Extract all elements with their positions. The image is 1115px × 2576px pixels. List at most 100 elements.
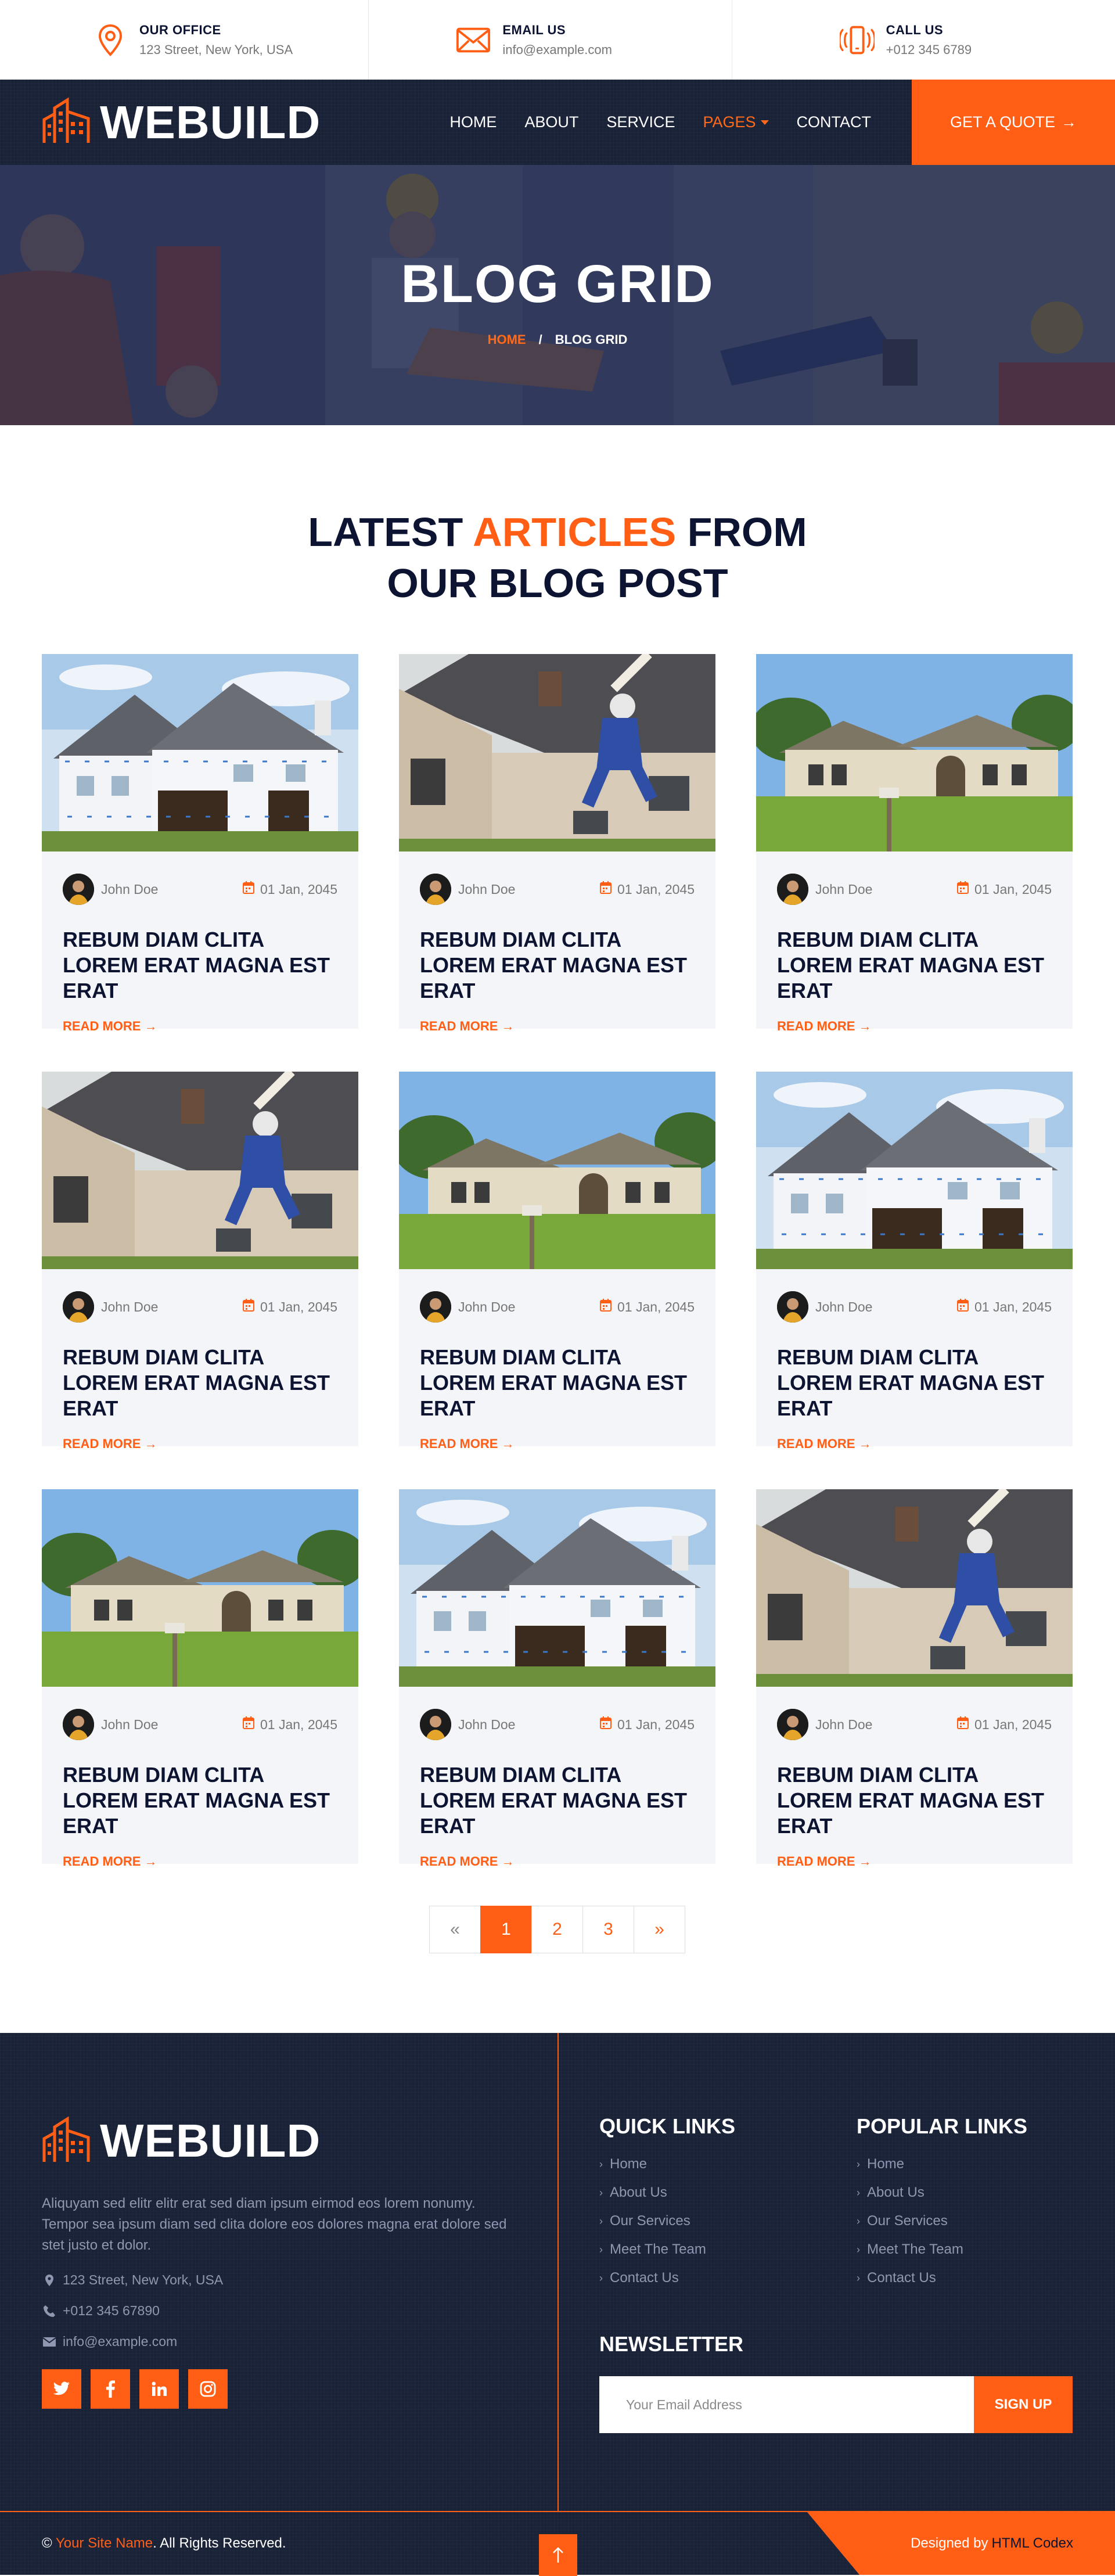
author-name: John Doe: [815, 881, 873, 897]
post-date-text: 01 Jan, 2045: [260, 1299, 337, 1314]
avatar: [420, 874, 451, 905]
popular-link-item[interactable]: › Meet The Team: [857, 2241, 1027, 2258]
read-more-link[interactable]: READ MORE →: [399, 1421, 715, 1452]
popular-link-item[interactable]: › Contact Us: [857, 2270, 1027, 2286]
envelope-icon: [456, 23, 491, 58]
post-date-text: 01 Jan, 2045: [974, 881, 1052, 897]
nav-contact[interactable]: CONTACT: [797, 113, 872, 131]
arrow-right-icon: →: [144, 1436, 157, 1451]
email-value[interactable]: info@example.com: [502, 42, 612, 58]
newsletter-title: NEWSLETTER: [599, 2332, 743, 2356]
phone-ringing-icon: [839, 23, 875, 58]
footer-email-text[interactable]: info@example.com: [63, 2334, 177, 2349]
read-more-link[interactable]: READ MORE →: [756, 1839, 1073, 1869]
read-more-link[interactable]: READ MORE →: [42, 1839, 358, 1869]
nav-about[interactable]: ABOUT: [524, 113, 578, 131]
quick-link-item[interactable]: › Meet The Team: [599, 2241, 735, 2258]
blog-card-title[interactable]: REBUM DIAM CLITA LOREM ERAT MAGNA EST ER…: [42, 1740, 358, 1839]
read-more-link[interactable]: READ MORE →: [756, 1004, 1073, 1034]
read-more-label: READ MORE: [777, 1019, 855, 1033]
instagram-icon[interactable]: [188, 2369, 228, 2409]
footer-phone: +012 345 67890: [42, 2303, 518, 2319]
avatar: [777, 1291, 808, 1323]
page-header: BLOG GRID HOME / BLOG GRID: [0, 165, 1115, 425]
arrow-right-icon: →: [1061, 113, 1077, 131]
author: John Doe: [420, 874, 515, 905]
copyright-text: © Your Site Name. All Rights Reserved.: [42, 2535, 286, 2552]
chevron-right-icon: ›: [857, 2186, 860, 2198]
sign-up-button[interactable]: SIGN UP: [974, 2376, 1073, 2433]
footer-brand-logo[interactable]: WEBUILD: [42, 2114, 518, 2168]
blog-card-meta: John Doe 01 Jan, 2045: [756, 1269, 1073, 1323]
read-more-link[interactable]: READ MORE →: [42, 1004, 358, 1034]
building-icon: [42, 2115, 91, 2167]
pagination-page-3[interactable]: 3: [582, 1906, 634, 1953]
blog-card-image[interactable]: [399, 1072, 715, 1269]
blog-card-image[interactable]: [42, 1489, 358, 1687]
avatar: [63, 874, 94, 905]
nav-pages-label: PAGES: [703, 113, 756, 131]
quick-links: QUICK LINKS › Home › About Us › Our Service…: [599, 2114, 735, 2298]
newsletter-email-input[interactable]: [599, 2376, 974, 2433]
pagination-page-1[interactable]: 1: [480, 1906, 532, 1953]
read-more-link[interactable]: READ MORE →: [399, 1839, 715, 1869]
arrow-right-icon: →: [501, 1436, 515, 1451]
footer-brand-name: WEBUILD: [100, 2115, 321, 2167]
linkedin-icon[interactable]: [139, 2369, 179, 2409]
building-icon: [42, 96, 91, 148]
breadcrumb-home[interactable]: HOME: [488, 332, 526, 347]
chevron-right-icon: ›: [599, 2272, 603, 2284]
pagination-prev[interactable]: «: [429, 1906, 481, 1953]
back-to-top-button[interactable]: [539, 2534, 577, 2576]
read-more-link[interactable]: READ MORE →: [42, 1421, 358, 1452]
site-name-link[interactable]: Your Site Name: [56, 2535, 153, 2551]
popular-link-item[interactable]: › About Us: [857, 2185, 1027, 2201]
nav-service[interactable]: SERVICE: [606, 113, 675, 131]
nav-home[interactable]: HOME: [449, 113, 497, 131]
read-more-label: READ MORE: [420, 1436, 498, 1451]
popular-link-label: About Us: [867, 2185, 925, 2200]
author-name: John Doe: [458, 1299, 516, 1314]
twitter-icon[interactable]: [42, 2369, 81, 2409]
blog-card-image[interactable]: [42, 1072, 358, 1269]
blog-card-image[interactable]: [756, 1072, 1073, 1269]
breadcrumb-current: BLOG GRID: [555, 332, 628, 347]
blog-card-title[interactable]: REBUM DIAM CLITA LOREM ERAT MAGNA EST ER…: [756, 1323, 1073, 1421]
blog-grid: John Doe 01 Jan, 2045 REBUM DIAM CLITA LOR…: [42, 654, 1115, 1869]
get-a-quote-button[interactable]: GET A QUOTE →: [912, 80, 1115, 165]
quick-link-item[interactable]: › Contact Us: [599, 2270, 735, 2286]
quick-link-item[interactable]: › About Us: [599, 2185, 735, 2201]
blog-card-image[interactable]: [42, 654, 358, 852]
pagination-page-2[interactable]: 2: [531, 1906, 583, 1953]
blog-card-image[interactable]: [756, 654, 1073, 852]
quick-link-item[interactable]: › Our Services: [599, 2213, 735, 2229]
author: John Doe: [777, 1709, 872, 1740]
blog-card-image[interactable]: [399, 654, 715, 852]
blog-card-title[interactable]: REBUM DIAM CLITA LOREM ERAT MAGNA EST ER…: [399, 905, 715, 1004]
author: John Doe: [777, 874, 872, 905]
blog-card-meta: John Doe 01 Jan, 2045: [399, 1687, 715, 1740]
blog-card-title[interactable]: REBUM DIAM CLITA LOREM ERAT MAGNA EST ER…: [399, 1740, 715, 1839]
popular-link-item[interactable]: › Home: [857, 2156, 1027, 2172]
facebook-icon[interactable]: [91, 2369, 130, 2409]
author-name: John Doe: [815, 1716, 873, 1732]
pagination-next[interactable]: »: [634, 1906, 685, 1953]
nav-pages-dropdown[interactable]: PAGES: [703, 113, 769, 131]
blog-card: John Doe 01 Jan, 2045 REBUM DIAM CLITA LOR…: [399, 1072, 715, 1451]
designer-link[interactable]: HTML Codex: [992, 2535, 1073, 2552]
quick-link-item[interactable]: › Home: [599, 2156, 735, 2172]
read-more-link[interactable]: READ MORE →: [756, 1421, 1073, 1452]
blog-card-title[interactable]: REBUM DIAM CLITA LOREM ERAT MAGNA EST ER…: [756, 1740, 1073, 1839]
read-more-link[interactable]: READ MORE →: [399, 1004, 715, 1034]
post-date: 01 Jan, 2045: [956, 1716, 1052, 1733]
brand-logo[interactable]: WEBUILD: [42, 96, 321, 149]
blog-card-title[interactable]: REBUM DIAM CLITA LOREM ERAT MAGNA EST ER…: [42, 905, 358, 1004]
blog-card-image[interactable]: [756, 1489, 1073, 1687]
blog-card-title[interactable]: REBUM DIAM CLITA LOREM ERAT MAGNA EST ER…: [399, 1323, 715, 1421]
blog-card-title[interactable]: REBUM DIAM CLITA LOREM ERAT MAGNA EST ER…: [756, 905, 1073, 1004]
blog-card-meta: John Doe 01 Jan, 2045: [399, 1269, 715, 1323]
blog-card-image[interactable]: [399, 1489, 715, 1687]
call-value[interactable]: +012 345 6789: [886, 42, 972, 58]
blog-card-title[interactable]: REBUM DIAM CLITA LOREM ERAT MAGNA EST ER…: [42, 1323, 358, 1421]
popular-link-item[interactable]: › Our Services: [857, 2213, 1027, 2229]
